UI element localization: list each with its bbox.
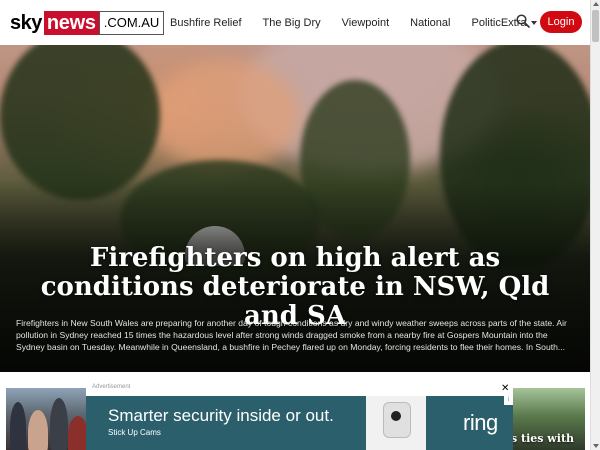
- main-menu: Bushfire Relief The Big Dry Viewpoint Na…: [170, 0, 537, 45]
- ad-product-image: [366, 396, 426, 450]
- hero-tree: [0, 30, 160, 200]
- article-teaser-text: s ties with: [513, 432, 575, 445]
- scroll-up-icon[interactable]: [593, 2, 599, 6]
- ad-label: Advertisement: [92, 384, 131, 390]
- article-thumbnail-right[interactable]: s ties with: [513, 388, 585, 450]
- crowd-figure: [50, 398, 68, 450]
- chevron-down-icon: [530, 20, 537, 25]
- sky-news-logo[interactable]: sky news .COM.AU: [10, 11, 165, 35]
- camera-lens: [391, 411, 401, 421]
- nav-item-bushfire-relief[interactable]: Bushfire Relief: [170, 17, 242, 29]
- nav-item-national[interactable]: National: [410, 17, 450, 29]
- crowd-figure: [68, 416, 86, 450]
- page-scrollbar[interactable]: [590, 0, 600, 450]
- top-navigation: sky news .COM.AU Bushfire Relief The Big…: [0, 0, 590, 45]
- login-button[interactable]: Login: [540, 11, 582, 33]
- close-icon[interactable]: ✕: [501, 383, 509, 394]
- ad-brand: ring: [463, 410, 498, 435]
- advertisement: Advertisement ✕ Smarter security inside …: [86, 382, 513, 450]
- logo-domain: .COM.AU: [98, 11, 165, 35]
- scrollbar-thumb[interactable]: [592, 10, 599, 42]
- ad-subline: Stick Up Cams: [108, 428, 161, 437]
- logo-news: news: [43, 11, 99, 35]
- hero-banner[interactable]: Firefighters on high alert as conditions…: [0, 0, 590, 372]
- nav-item-the-big-dry[interactable]: The Big Dry: [263, 17, 321, 29]
- article-thumbnail-left[interactable]: [6, 388, 86, 450]
- crowd-figure: [28, 410, 48, 450]
- nav-item-viewpoint[interactable]: Viewpoint: [342, 17, 390, 29]
- crowd-figure: [10, 402, 26, 450]
- hero-smoke: [150, 60, 300, 170]
- logo-sky: sky: [10, 12, 42, 34]
- scroll-down-icon[interactable]: [593, 444, 599, 448]
- hero-summary: Firefighters in New South Wales are prep…: [16, 318, 567, 352]
- ad-banner[interactable]: Smarter security inside or out. Stick Up…: [86, 396, 513, 450]
- ad-headline: Smarter security inside or out.: [108, 406, 334, 425]
- ad-info-icon[interactable]: i: [504, 396, 513, 405]
- search-icon[interactable]: [516, 14, 530, 28]
